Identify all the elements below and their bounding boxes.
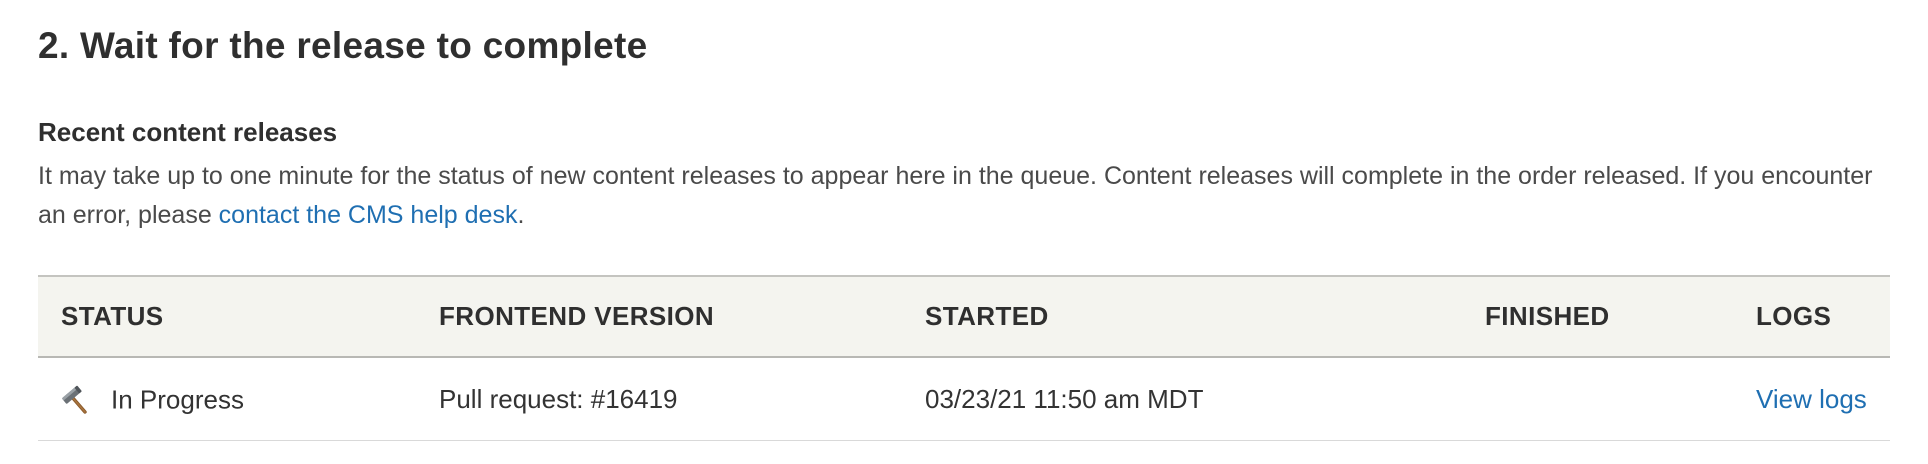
- started-cell: 03/23/21 11:50 am MDT: [902, 357, 1462, 441]
- releases-table: STATUS FRONTEND VERSION STARTED FINISHED…: [38, 275, 1890, 441]
- table-body: In Progress Pull request: #16419 03/23/2…: [38, 357, 1890, 441]
- status-label: In Progress: [111, 384, 244, 415]
- column-header-status: STATUS: [61, 301, 164, 331]
- column-header-started: STARTED: [925, 301, 1049, 331]
- frontend-version-cell: Pull request: #16419: [416, 357, 902, 441]
- finished-cell: [1462, 357, 1733, 441]
- table-row: In Progress Pull request: #16419 03/23/2…: [38, 357, 1890, 441]
- help-desk-link[interactable]: contact the CMS help desk: [219, 201, 518, 229]
- section-title: Recent content releases: [38, 117, 338, 147]
- step-title: 2. Wait for the release to complete: [38, 25, 648, 66]
- table-header: STATUS FRONTEND VERSION STARTED FINISHED…: [38, 276, 1890, 357]
- logs-cell: View logs: [1733, 357, 1890, 441]
- view-logs-link[interactable]: View logs: [1756, 384, 1867, 414]
- status-cell: In Progress: [38, 357, 416, 441]
- description: It may take up to one minute for the sta…: [38, 157, 1898, 235]
- hammer-icon: [61, 385, 91, 415]
- description-text-end: .: [517, 201, 525, 229]
- content-release-section: 2. Wait for the release to complete Rece…: [0, 0, 1928, 441]
- column-header-logs: LOGS: [1756, 301, 1832, 331]
- table-header-row: STATUS FRONTEND VERSION STARTED FINISHED…: [38, 276, 1890, 357]
- column-header-finished: FINISHED: [1485, 301, 1610, 331]
- column-header-frontend-version: FRONTEND VERSION: [439, 301, 715, 331]
